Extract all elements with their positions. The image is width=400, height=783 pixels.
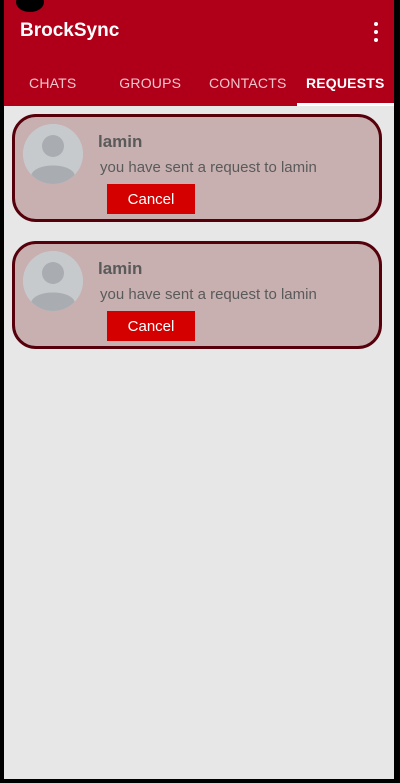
more-options-icon[interactable] xyxy=(372,22,380,42)
tab-requests[interactable]: REQUESTS xyxy=(296,60,395,106)
dot xyxy=(374,38,378,42)
dot xyxy=(374,22,378,26)
avatar-icon xyxy=(23,251,83,311)
camera-cutout xyxy=(16,0,44,12)
cancel-request-button[interactable]: Cancel xyxy=(107,184,195,214)
app-title: BrockSync xyxy=(20,20,120,41)
request-name: lamin xyxy=(98,132,143,151)
app-screen: BrockSync CHATS GROUPS CONTACTS REQUESTS… xyxy=(4,0,394,779)
avatar-icon xyxy=(23,124,83,184)
app-bar: BrockSync CHATS GROUPS CONTACTS REQUESTS xyxy=(4,0,394,106)
request-message: you have sent a request to lamin xyxy=(100,286,317,303)
tab-groups[interactable]: GROUPS xyxy=(102,60,200,106)
tab-contacts[interactable]: CONTACTS xyxy=(199,60,297,106)
request-card: lamin you have sent a request to lamin C… xyxy=(12,241,382,349)
request-message: you have sent a request to lamin xyxy=(100,159,317,176)
request-name: lamin xyxy=(98,259,143,278)
request-card: lamin you have sent a request to lamin C… xyxy=(12,114,382,222)
dot xyxy=(374,30,378,34)
tab-bar: CHATS GROUPS CONTACTS REQUESTS xyxy=(4,60,394,106)
tab-chats[interactable]: CHATS xyxy=(4,60,102,106)
cancel-request-button[interactable]: Cancel xyxy=(107,311,195,341)
